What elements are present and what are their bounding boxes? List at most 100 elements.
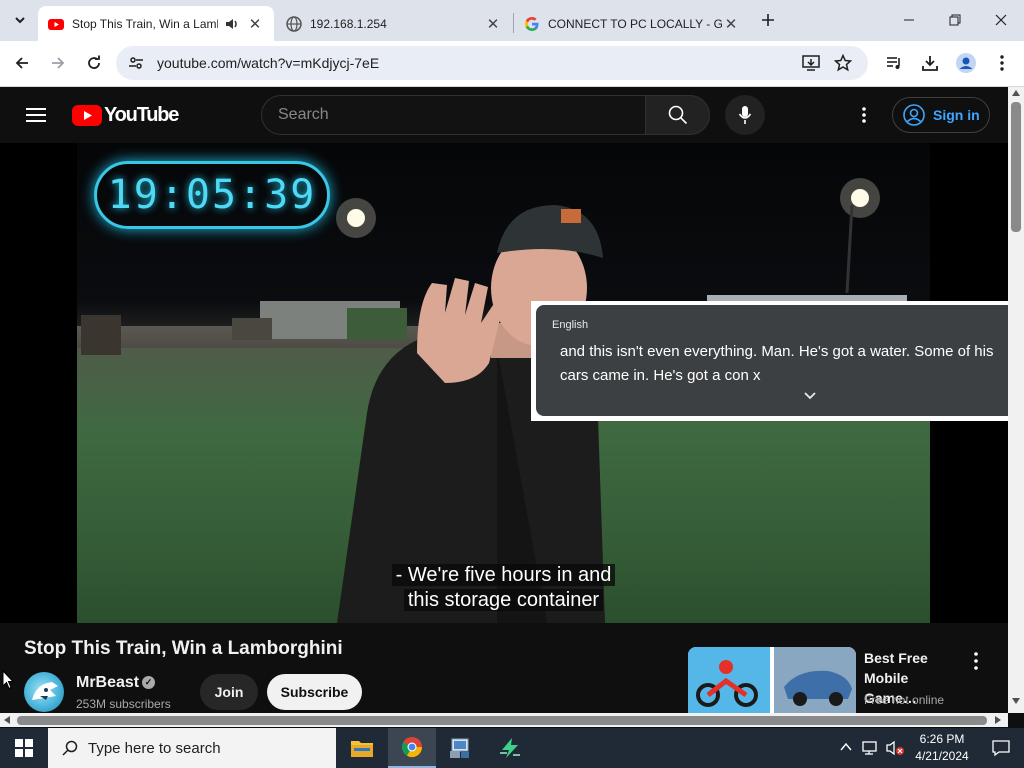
install-app-icon[interactable] [802,54,820,72]
google-icon [525,16,539,31]
speaker-icon[interactable] [224,16,240,32]
expand-chevron-icon[interactable] [802,390,818,402]
search-icon [668,105,687,125]
subscribe-button[interactable]: Subscribe [267,674,362,710]
minimize-icon [904,19,914,21]
channel-name[interactable]: MrBeast [76,674,139,692]
live-caption-panel: English and this isn't even everything. … [536,305,1024,416]
tab-google[interactable]: CONNECT TO PC LOCALLY - Go ✕ [514,6,750,41]
taskbar-app-lightning[interactable] [486,728,534,768]
reload-button[interactable] [78,47,110,79]
live-caption-bubble[interactable]: English and this isn't even everything. … [531,301,1024,421]
search-box[interactable] [261,95,646,135]
folder-icon [351,741,373,757]
live-caption-line-2: cars came in. He's got a con x [560,367,761,384]
vertical-scroll-thumb[interactable] [1011,102,1021,232]
taskbar-file-explorer[interactable] [338,728,386,768]
url-text[interactable]: youtube.com/watch?v=mKdjycj-7eE [157,55,379,71]
control-panel-icon [450,738,469,758]
arrow-right-icon [52,57,65,69]
hamburger-menu-icon [26,108,46,122]
search-icon [62,740,78,756]
youtube-icon [48,18,64,30]
taskbar-date: 4/21/2024 [915,749,969,763]
close-icon [995,14,1007,26]
live-caption-text: and this isn't even everything. Man. He'… [560,340,1024,388]
more-vert-icon [1000,55,1004,71]
more-vert-icon[interactable] [968,651,984,671]
reload-icon [88,55,100,69]
minimize-button[interactable] [886,0,932,40]
browser-tab-strip: Stop This Train, Win a Lamb ✕ 192.168.1.… [0,0,1024,41]
ad-subtitle: Free hot online [864,693,945,707]
scroll-up-arrow-icon[interactable] [1012,90,1020,96]
account-circle-icon [903,104,925,126]
taskbar-time: 6:26 PM [919,732,965,746]
search-button[interactable] [645,95,710,135]
taskbar-chrome[interactable] [388,728,436,768]
live-caption-language[interactable]: English [552,319,588,331]
video-title: Stop This Train, Win a Lamborghini [24,638,343,659]
taskbar-clock[interactable]: 6:26 PM 4/21/2024 [912,731,972,765]
settings-menu-button[interactable] [854,103,874,127]
microphone-icon [738,106,752,124]
youtube-logo-icon [72,104,102,126]
avatar-beast-icon [32,682,58,700]
restore-button[interactable] [932,0,978,40]
windows-logo-icon [15,739,33,757]
downloads-button[interactable] [914,47,946,79]
action-center-button[interactable] [978,728,1024,768]
chrome-icon [401,737,423,758]
horizontal-scroll-thumb[interactable] [17,716,987,725]
sign-in-button[interactable]: Sign in [892,97,990,133]
join-button[interactable]: Join [200,674,258,710]
sign-in-label: Sign in [933,107,980,123]
close-tab-icon[interactable]: ✕ [722,15,740,33]
start-button[interactable] [0,728,48,768]
download-icon [922,56,938,71]
guide-menu-button[interactable] [20,101,52,129]
back-button[interactable] [6,47,38,79]
bookmark-star-icon[interactable] [834,54,852,72]
channel-avatar[interactable] [24,672,64,712]
chrome-menu-button[interactable] [986,47,1018,79]
horizontal-scrollbar[interactable] [0,713,1008,727]
tab-router[interactable]: 192.168.1.254 ✕ [276,6,512,41]
new-tab-button[interactable] [752,4,784,36]
browser-toolbar: youtube.com/watch?v=mKdjycj-7eE [0,41,1024,87]
tab-title: CONNECT TO PC LOCALLY - Go [548,16,722,31]
volume-muted-icon[interactable] [886,740,904,756]
close-window-button[interactable] [978,0,1024,40]
search-input[interactable] [278,106,628,124]
forward-button[interactable] [42,47,74,79]
restore-icon [949,14,961,26]
tab-search-button[interactable] [4,4,36,36]
close-tab-icon[interactable]: ✕ [484,15,502,33]
profile-button[interactable] [950,47,982,79]
scroll-down-arrow-icon[interactable] [1012,698,1020,704]
subtitle-line-2: this storage container [403,589,604,611]
youtube-logo-text: YouTube [104,103,179,126]
network-icon[interactable] [862,740,880,756]
tab-title: 192.168.1.254 [310,16,387,31]
vertical-scrollbar[interactable] [1008,87,1024,713]
youtube-logo[interactable]: YouTube [72,103,179,126]
site-info-icon[interactable] [128,55,144,71]
plus-icon [762,14,774,26]
taskbar-search-placeholder: Type here to search [88,739,221,757]
address-bar[interactable]: youtube.com/watch?v=mKdjycj-7eE [116,46,868,80]
scroll-left-arrow-icon[interactable] [4,716,10,724]
taskbar-control-panel[interactable] [436,728,484,768]
media-control-button[interactable] [878,47,910,79]
subscriber-count: 253M subscribers [76,697,171,711]
subtitle-line-1: - We're five hours in and [391,564,616,586]
tab-youtube[interactable]: Stop This Train, Win a Lamb ✕ [38,6,274,41]
taskbar-search-box[interactable]: Type here to search [48,728,336,768]
voice-search-button[interactable] [725,95,765,135]
close-tab-icon[interactable]: ✕ [246,15,264,33]
scroll-right-arrow-icon[interactable] [995,716,1001,724]
verified-check-icon: ✓ [142,676,155,689]
lightning-app-icon [500,738,520,758]
ad-thumbnail[interactable] [688,647,856,713]
show-hidden-icons-chevron-icon[interactable] [840,742,852,752]
